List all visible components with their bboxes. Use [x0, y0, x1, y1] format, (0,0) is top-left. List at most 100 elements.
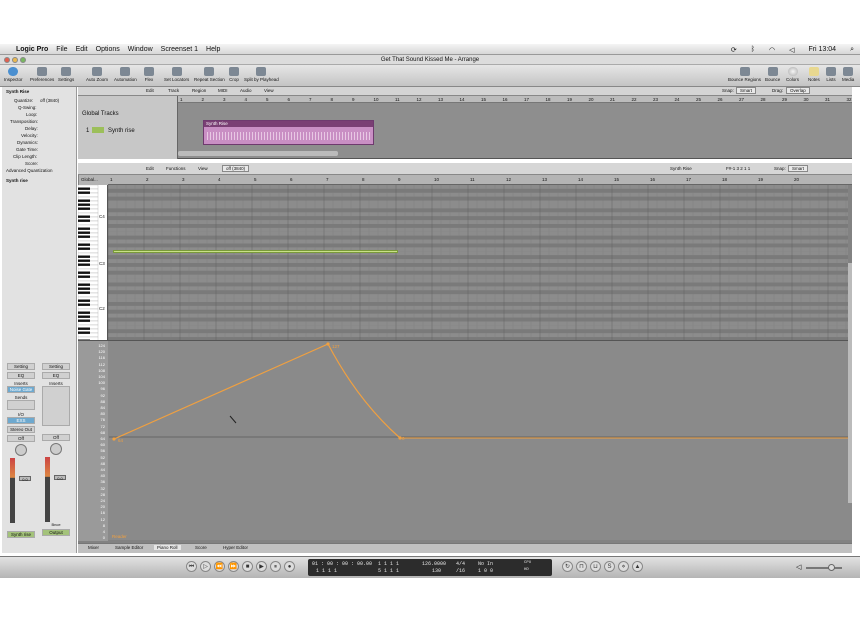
piano-keyboard[interactable]: C4 C3 C2 — [78, 185, 108, 340]
quantize-value[interactable]: off (3840) — [40, 98, 59, 103]
minimize-icon[interactable] — [12, 57, 18, 63]
channel-name-left[interactable]: Synth rise — [7, 531, 35, 538]
black-key[interactable] — [78, 303, 90, 306]
settings-button[interactable]: Settings — [58, 67, 74, 82]
volume-icon[interactable]: ◁ — [789, 46, 794, 54]
black-key[interactable] — [78, 231, 90, 234]
automation-curve[interactable]: 64 127 0 Reader — [78, 341, 852, 541]
black-key[interactable] — [78, 191, 90, 194]
notes-button[interactable]: Notes — [808, 67, 820, 82]
pr-quantize-select[interactable]: off (3840) — [222, 165, 250, 172]
lists-button[interactable]: Lists — [826, 67, 836, 82]
black-key[interactable] — [78, 247, 90, 250]
lcd-division[interactable]: /16 — [456, 568, 465, 574]
media-button[interactable]: Media — [842, 67, 854, 82]
pr-vertical-scrollbar[interactable] — [848, 263, 852, 503]
inspector-button[interactable]: Inspector — [4, 67, 23, 82]
metronome-icon[interactable]: ▲ — [632, 561, 643, 572]
black-key[interactable] — [78, 275, 90, 278]
menu-help[interactable]: Help — [206, 46, 220, 53]
lcd-signature[interactable]: 4/4 — [456, 561, 465, 567]
tab-hyper-editor[interactable]: Hyper Editor — [223, 545, 248, 550]
arrange-region-menu[interactable]: Region — [192, 88, 206, 93]
black-key[interactable] — [78, 319, 90, 322]
autopunch-icon[interactable]: ⊓ — [576, 561, 587, 572]
automation-point[interactable] — [112, 437, 116, 441]
tab-piano-roll[interactable]: Piano Roll — [154, 545, 181, 550]
automation-ramp[interactable] — [113, 343, 401, 440]
automation-button[interactable]: Automation — [114, 67, 137, 82]
black-key[interactable] — [78, 311, 90, 314]
black-key[interactable] — [78, 259, 90, 262]
menu-edit[interactable]: Edit — [76, 46, 88, 53]
tab-mixer[interactable]: Mixer — [88, 545, 99, 550]
track-name[interactable]: Synth rise — [6, 178, 28, 183]
colors-button[interactable]: Colors — [786, 67, 799, 82]
lcd-display[interactable]: 01 : 00 : 00 : 00.00 1 1 1 1 1 1 1 1 5 1… — [308, 559, 552, 576]
piano-roll-ruler[interactable]: 1 2 3 4 5 6 7 8 9 10 11 12 13 14 15 16 17 18 19 20 — [108, 175, 852, 185]
automation-lane[interactable]: 124 120 116 112 108 104 100 96 92 88 84 80 76 72 68 64 6… — [78, 340, 852, 541]
set-locators-button[interactable]: Set Locators — [164, 67, 189, 82]
pan-knob[interactable] — [15, 444, 27, 456]
zoom-icon[interactable] — [20, 57, 26, 63]
close-icon[interactable] — [4, 57, 10, 63]
replace-icon[interactable]: ⊔ — [590, 561, 601, 572]
black-key[interactable] — [78, 255, 90, 258]
black-key[interactable] — [78, 315, 90, 318]
black-key[interactable] — [78, 215, 90, 218]
black-key[interactable] — [78, 287, 90, 290]
black-key[interactable] — [78, 331, 90, 334]
black-key[interactable] — [78, 203, 90, 206]
sync-icon[interactable]: ⋄ — [618, 561, 629, 572]
pr-edit-menu[interactable]: Edit — [146, 166, 154, 171]
pr-snap-select[interactable]: Smart — [788, 165, 809, 172]
automation-mode-output[interactable]: Off — [42, 434, 70, 441]
arrange-track-menu[interactable]: Track — [168, 88, 179, 93]
automation-point[interactable] — [326, 342, 330, 346]
menu-screenset[interactable]: Screenset 1 — [161, 46, 198, 53]
record-icon[interactable]: ● — [284, 561, 295, 572]
arrange-ruler[interactable]: 1 2 3 4 5 6 7 8 9 10 11 12 13 14 15 16 17 18 19 20 21 22 23 24 2… — [178, 96, 852, 103]
bounce-button[interactable]: Bounce — [765, 67, 780, 82]
black-key[interactable] — [78, 283, 90, 286]
cycle-icon[interactable]: ↻ — [562, 561, 573, 572]
track-header-name[interactable]: Synth rise — [108, 128, 135, 134]
midi-note[interactable] — [113, 250, 398, 253]
black-key[interactable] — [78, 327, 90, 330]
insert-slot[interactable]: Noise Gate — [7, 386, 35, 393]
menu-window[interactable]: Window — [128, 46, 153, 53]
tab-sample-editor[interactable]: Sample Editor — [115, 545, 143, 550]
fast-forward-icon[interactable]: ⏩ — [228, 561, 239, 572]
arrange-view-menu[interactable]: View — [264, 88, 274, 93]
setting-button[interactable]: Setting — [7, 363, 35, 370]
drag-select[interactable]: Overlap — [786, 87, 810, 94]
automation-parameter[interactable]: Reader — [112, 534, 127, 539]
menu-file[interactable]: File — [56, 46, 67, 53]
automation-mode[interactable]: Off — [7, 435, 35, 442]
repeat-section-button[interactable]: Repeat Section — [194, 67, 225, 82]
black-key[interactable] — [78, 199, 90, 202]
wifi-icon[interactable]: ◠ — [769, 46, 775, 54]
arrange-midi-menu[interactable]: MIDI — [218, 88, 228, 93]
solo-icon[interactable]: S — [604, 561, 615, 572]
tab-score[interactable]: Score — [195, 545, 207, 550]
pr-global-toggle[interactable]: Global... — [79, 175, 108, 185]
black-key[interactable] — [78, 227, 90, 230]
setting-button-output[interactable]: Setting — [42, 363, 70, 370]
play-icon[interactable]: ▶ — [256, 561, 267, 572]
eq-display-output[interactable]: EQ — [42, 372, 70, 379]
channel-name-right[interactable]: Output — [42, 529, 70, 536]
crop-button[interactable]: Crop — [229, 67, 239, 82]
black-key[interactable] — [78, 235, 90, 238]
bounce-label[interactable]: Bnce — [42, 522, 70, 529]
stop-icon[interactable]: ■ — [242, 561, 253, 572]
lcd-tempo[interactable]: 126.0000 — [422, 561, 446, 567]
black-key[interactable] — [78, 299, 90, 302]
pr-view-menu[interactable]: View — [198, 166, 208, 171]
midi-region[interactable]: Synth Rise — [203, 120, 374, 145]
black-key[interactable] — [78, 219, 90, 222]
sync-icon[interactable]: ⟳ — [731, 46, 737, 54]
master-volume-thumb[interactable] — [828, 564, 835, 571]
arrange-scrollbar[interactable] — [178, 151, 338, 156]
rewind-icon[interactable]: ⏪ — [214, 561, 225, 572]
